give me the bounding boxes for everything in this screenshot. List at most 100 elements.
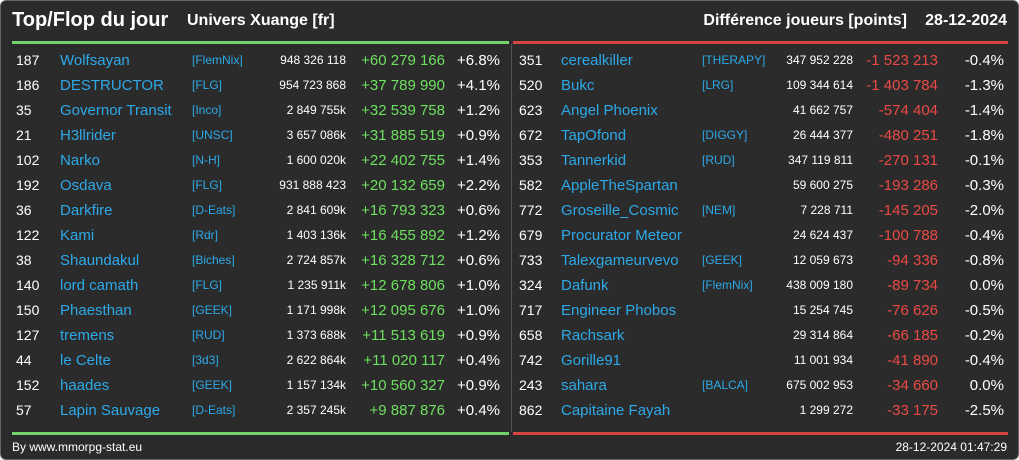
alliance-tag[interactable]: [DIGGY] bbox=[702, 123, 747, 148]
alliance-tag[interactable]: [GEEK] bbox=[192, 373, 232, 398]
top-row: 44 le Celte [3d3] 2 622 864k +11 020 117 +0.4… bbox=[12, 348, 509, 373]
player-name-link[interactable]: Wolfsayan bbox=[60, 48, 130, 73]
alliance-tag[interactable]: [RUD] bbox=[192, 323, 225, 348]
player-rank: 57 bbox=[16, 402, 32, 418]
alliance-tag[interactable]: [GEEK] bbox=[702, 248, 742, 273]
player-name-link[interactable]: Darkfire bbox=[60, 198, 113, 223]
score-difference: -34 660 bbox=[887, 377, 938, 394]
top-accent-line bbox=[12, 41, 509, 44]
player-name-link[interactable]: le Celte bbox=[60, 348, 111, 373]
score-difference: -1 523 213 bbox=[866, 52, 938, 69]
top-row: 57 Lapin Sauvage [D-Eats] 2 357 245k +9 887 … bbox=[12, 398, 509, 423]
alliance-tag[interactable]: [N-H] bbox=[192, 148, 220, 173]
flop-row: 658 Rachsark 29 314 864 -66 185 -0.2% bbox=[515, 323, 1008, 348]
percent-change: -0.2% bbox=[964, 327, 1004, 344]
player-name-link[interactable]: Angel Phoenix bbox=[561, 98, 658, 123]
player-rank: 36 bbox=[16, 202, 32, 218]
percent-change: -2.5% bbox=[964, 402, 1004, 419]
score-difference: +16 455 892 bbox=[361, 227, 445, 244]
player-name-link[interactable]: haades bbox=[60, 373, 109, 398]
alliance-tag[interactable]: [NEM] bbox=[702, 198, 735, 223]
alliance-tag[interactable]: [BALCA] bbox=[702, 373, 748, 398]
percent-change: +0.4% bbox=[457, 402, 500, 419]
percent-change: -0.1% bbox=[964, 152, 1004, 169]
player-score: 931 888 423 bbox=[279, 178, 346, 192]
score-difference: -574 404 bbox=[878, 102, 938, 119]
player-name-link[interactable]: Procurator Meteor bbox=[561, 223, 682, 248]
player-rank: 152 bbox=[16, 377, 40, 393]
score-difference: -193 286 bbox=[878, 177, 938, 194]
player-name-link[interactable]: Dafunk bbox=[561, 273, 609, 298]
alliance-tag[interactable]: [Biches] bbox=[192, 248, 235, 273]
player-name-link[interactable]: cerealkiller bbox=[561, 48, 633, 73]
player-name-link[interactable]: Kami bbox=[60, 223, 94, 248]
player-name-link[interactable]: H3llrider bbox=[60, 123, 116, 148]
top-row: 127 tremens [RUD] 1 373 688k +11 513 619 +0.9… bbox=[12, 323, 509, 348]
alliance-tag[interactable]: [THERAPY] bbox=[702, 48, 765, 73]
player-name-link[interactable]: Engineer Phobos bbox=[561, 298, 676, 323]
score-difference: +31 885 519 bbox=[361, 127, 445, 144]
score-difference: -41 890 bbox=[887, 352, 938, 369]
player-rank: 187 bbox=[16, 52, 40, 68]
player-name-link[interactable]: tremens bbox=[60, 323, 114, 348]
player-score: 1 157 134k bbox=[286, 378, 346, 392]
player-rank: 44 bbox=[16, 352, 32, 368]
percent-change: -0.5% bbox=[964, 302, 1004, 319]
player-name-link[interactable]: Governor Transit bbox=[60, 98, 172, 123]
player-name-link[interactable]: Capitaine Fayah bbox=[561, 398, 670, 423]
percent-change: -1.3% bbox=[964, 77, 1004, 94]
player-name-link[interactable]: lord camath bbox=[60, 273, 138, 298]
percent-change: -2.0% bbox=[964, 202, 1004, 219]
player-name-link[interactable]: Groseille_Cosmic bbox=[561, 198, 679, 223]
player-name-link[interactable]: Gorille91 bbox=[561, 348, 621, 373]
score-difference: +32 539 758 bbox=[361, 102, 445, 119]
score-difference: -33 175 bbox=[887, 402, 938, 419]
flop-row: 351 cerealkiller [THERAPY] 347 952 228 -1 52… bbox=[515, 48, 1008, 73]
top-bottom-line bbox=[12, 432, 509, 435]
player-rank: 21 bbox=[16, 127, 32, 143]
player-name-link[interactable]: Phaesthan bbox=[60, 298, 132, 323]
alliance-tag[interactable]: [RUD] bbox=[702, 148, 735, 173]
player-rank: 324 bbox=[519, 277, 543, 293]
alliance-tag[interactable]: [D-Eats] bbox=[192, 198, 235, 223]
alliance-tag[interactable]: [FlemNix] bbox=[702, 273, 753, 298]
player-rank: 742 bbox=[519, 352, 543, 368]
percent-change: +0.9% bbox=[457, 127, 500, 144]
player-score: 954 723 868 bbox=[279, 78, 346, 92]
top-flop-card: Top/Flop du jour Univers Xuange [fr] Dif… bbox=[0, 0, 1019, 460]
alliance-tag[interactable]: [FLG] bbox=[192, 273, 222, 298]
alliance-tag[interactable]: [FlemNix] bbox=[192, 48, 243, 73]
player-rank: 192 bbox=[16, 177, 40, 193]
player-name-link[interactable]: Shaundakul bbox=[60, 248, 139, 273]
player-score: 109 344 614 bbox=[786, 78, 853, 92]
alliance-tag[interactable]: [UNSC] bbox=[192, 123, 233, 148]
player-name-link[interactable]: Osdava bbox=[60, 173, 112, 198]
alliance-tag[interactable]: [Rdr] bbox=[192, 223, 218, 248]
alliance-tag[interactable]: [FLG] bbox=[192, 73, 222, 98]
top-players-list: 187 Wolfsayan [FlemNix] 948 326 118 +60 279 … bbox=[12, 48, 509, 423]
player-name-link[interactable]: Rachsark bbox=[561, 323, 624, 348]
player-rank: 38 bbox=[16, 252, 32, 268]
player-name-link[interactable]: Lapin Sauvage bbox=[60, 398, 160, 423]
score-difference: +12 678 806 bbox=[361, 277, 445, 294]
alliance-tag[interactable]: [LRG] bbox=[702, 73, 733, 98]
player-score: 59 600 275 bbox=[792, 178, 853, 192]
player-name-link[interactable]: AppleTheSpartan bbox=[561, 173, 678, 198]
player-name-link[interactable]: Tannerkid bbox=[561, 148, 626, 173]
top-row: 21 H3llrider [UNSC] 3 657 086k +31 885 519 +0… bbox=[12, 123, 509, 148]
player-name-link[interactable]: sahara bbox=[561, 373, 607, 398]
alliance-tag[interactable]: [D-Eats] bbox=[192, 398, 235, 423]
alliance-tag[interactable]: [FLG] bbox=[192, 173, 222, 198]
player-score: 2 724 857k bbox=[286, 253, 346, 267]
player-name-link[interactable]: DESTRUCTOR bbox=[60, 73, 164, 98]
player-name-link[interactable]: TapOfond bbox=[561, 123, 626, 148]
score-difference: -66 185 bbox=[887, 327, 938, 344]
player-name-link[interactable]: Narko bbox=[60, 148, 100, 173]
score-difference: +11 513 619 bbox=[362, 327, 445, 344]
alliance-tag[interactable]: [Inco] bbox=[192, 98, 221, 123]
player-name-link[interactable]: Bukc bbox=[561, 73, 594, 98]
player-name-link[interactable]: Talexgameurvevo bbox=[561, 248, 679, 273]
alliance-tag[interactable]: [GEEK] bbox=[192, 298, 232, 323]
percent-change: +0.6% bbox=[457, 202, 500, 219]
alliance-tag[interactable]: [3d3] bbox=[192, 348, 219, 373]
